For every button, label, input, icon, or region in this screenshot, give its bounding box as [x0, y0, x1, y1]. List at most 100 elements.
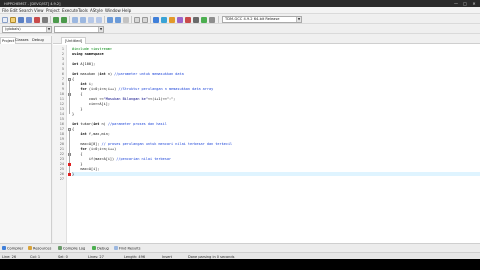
debug-icon[interactable]	[185, 16, 191, 23]
code-line[interactable]: cout <<"Masukan Bilangan ke"<<(i+1)<<":"…	[72, 97, 480, 102]
stop-execution-icon[interactable]	[193, 16, 199, 23]
tab-find-results[interactable]: Find Results	[114, 246, 140, 252]
open-folder-icon[interactable]	[10, 16, 16, 23]
menu-project[interactable]: Project	[46, 8, 60, 13]
current-code-line[interactable]: }	[72, 171, 480, 177]
chevron-down-icon[interactable]: ▼	[46, 27, 51, 32]
save-icon[interactable]	[18, 16, 24, 23]
code-line[interactable]: int tukar(int n) //parameter proses dan …	[72, 122, 480, 127]
delete-profile-icon[interactable]	[209, 16, 215, 23]
code-line[interactable]: {	[72, 92, 480, 97]
code-token: }	[72, 171, 75, 176]
close-file-icon[interactable]	[34, 16, 40, 23]
code-line[interactable]	[72, 67, 480, 72]
profile-icon[interactable]	[201, 16, 207, 23]
toolbar-separator	[218, 16, 219, 23]
tab-compile-log[interactable]: Compile Log	[58, 246, 85, 252]
new-file-icon[interactable]	[2, 16, 8, 23]
code-line[interactable]	[72, 177, 480, 182]
code-line[interactable]: max=A[i];	[72, 167, 480, 172]
code-token: }	[72, 106, 83, 111]
compiler-select[interactable]: TDM-GCC 4.9.2 64-bit Release ▼	[222, 16, 302, 23]
project-options-icon[interactable]	[142, 16, 148, 23]
code-line[interactable]: int masukan (int n) //parameter untuk me…	[72, 72, 480, 77]
chevron-down-icon[interactable]: ▼	[296, 17, 301, 22]
tab-resources[interactable]: Resources	[28, 246, 51, 252]
menu-search[interactable]: Search	[19, 8, 33, 13]
compile-icon[interactable]	[153, 16, 159, 23]
goto-line-icon[interactable]	[96, 16, 102, 23]
code-line[interactable]	[72, 57, 480, 62]
close-icon[interactable]: ✕	[470, 1, 478, 6]
tab-compiler[interactable]: Compiler	[2, 246, 23, 252]
globals-select[interactable]: (globals) ▼	[2, 26, 52, 33]
line-number: 14	[59, 112, 64, 116]
menu-astyle[interactable]: AStyle	[90, 8, 103, 13]
menu-edit[interactable]: Edit	[10, 8, 18, 13]
code-line[interactable]: for (i=0;i<n;i++) //Struktur perulangan …	[72, 87, 480, 92]
code-line[interactable]: cin>>A[i];	[72, 102, 480, 107]
code-line[interactable]: {	[72, 127, 480, 132]
menu-window[interactable]: Window	[105, 8, 121, 13]
code-token: n)	[99, 121, 108, 126]
indent-icon[interactable]	[107, 16, 113, 23]
code-line[interactable]: }	[72, 162, 480, 167]
code-token: (i=0;i<n;i++)	[86, 86, 119, 91]
menu-file[interactable]: File	[2, 8, 9, 13]
code-line[interactable]: max=A[0]; // proses perulangan untuk men…	[72, 142, 480, 147]
minimize-icon[interactable]: —	[452, 1, 460, 6]
new-project-icon[interactable]	[134, 16, 140, 23]
class-toolbar: (globals) ▼ ▼	[0, 25, 480, 34]
editor-tab-untitled[interactable]: [Untitled]	[61, 37, 87, 44]
menu-tools[interactable]: Tools	[78, 8, 88, 13]
code-token: //pencarian nilai terbesar	[116, 156, 172, 161]
print-icon[interactable]	[42, 16, 48, 23]
menu-view[interactable]: View	[34, 8, 44, 13]
members-select[interactable]: ▼	[54, 26, 104, 33]
code-line[interactable]: #include <iostream>	[72, 47, 480, 52]
redo-icon[interactable]	[61, 16, 67, 23]
editor-tabs: [Untitled]	[53, 36, 480, 44]
tab-classes[interactable]: Classes	[14, 37, 30, 43]
devcpp-window: HIPPCHEMST - [DEVC/IST] 4.9.2] — □ ✕ Fil…	[0, 0, 480, 270]
code-line[interactable]: {	[72, 77, 480, 82]
code-line[interactable]: int i;	[72, 82, 480, 87]
run-icon[interactable]	[161, 16, 167, 23]
save-all-icon[interactable]	[26, 16, 32, 23]
code-line[interactable]	[72, 137, 480, 142]
rebuild-all-icon[interactable]	[177, 16, 183, 23]
unindent-icon[interactable]	[115, 16, 121, 23]
status-lines-label: Lines:	[88, 254, 99, 259]
tab-debug-output[interactable]: Debug	[92, 246, 109, 252]
line-number: 3	[61, 57, 64, 61]
code-line[interactable]: {	[72, 152, 480, 157]
menu-help[interactable]: Help	[122, 8, 131, 13]
code-line[interactable]: int A[100];	[72, 62, 480, 67]
compiler-icon	[2, 246, 6, 250]
toggle-comment-icon[interactable]	[123, 16, 129, 23]
status-length: Length: 496	[124, 255, 145, 259]
code-editor[interactable]: [Untitled] 1 2 3 4 5 6 7 8 9 10 11 12 13 14 15 16 17 18 19…	[53, 36, 480, 243]
code-line[interactable]: }	[72, 112, 480, 117]
code-line[interactable]	[72, 117, 480, 122]
code-line[interactable]: int f,max,min;	[72, 132, 480, 137]
code-area[interactable]: #include <iostream> using namespace int A[…	[72, 45, 480, 243]
compile-run-icon[interactable]	[169, 16, 175, 23]
code-line[interactable]: for (i=0;i<n;i++)	[72, 147, 480, 152]
code-line[interactable]: using namespace	[72, 52, 480, 57]
undo-icon[interactable]	[53, 16, 59, 23]
project-browser-panel: Project Classes Debug	[0, 36, 52, 243]
find-next-icon[interactable]	[88, 16, 94, 23]
code-line[interactable]: if(max<A[i]) //pencarian nilai terbesar	[72, 157, 480, 162]
replace-icon[interactable]	[80, 16, 86, 23]
line-number: 19	[59, 137, 64, 141]
maximize-icon[interactable]: □	[461, 1, 469, 6]
line-number: 20	[59, 142, 64, 146]
resources-icon	[28, 246, 32, 250]
code-token: n)	[105, 71, 115, 76]
code-line[interactable]: }	[72, 107, 480, 112]
find-icon[interactable]	[72, 16, 78, 23]
menu-execute[interactable]: Execute	[62, 8, 78, 13]
tab-debug[interactable]: Debug	[31, 37, 45, 43]
chevron-down-icon[interactable]: ▼	[98, 27, 103, 32]
